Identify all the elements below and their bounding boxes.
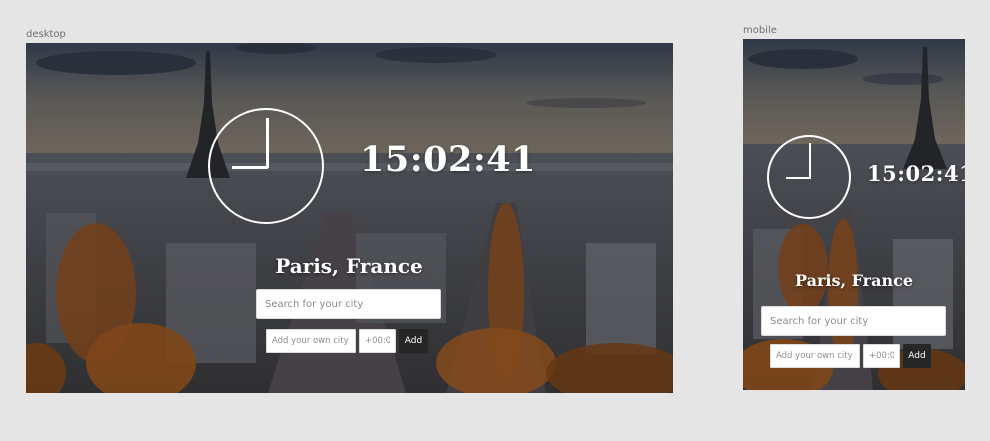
- clock-hour-hand: [266, 118, 269, 168]
- desktop-frame: 15:02:41 Paris, France Add: [26, 43, 673, 393]
- mobile-frame: 15:02:41 Paris, France Add: [743, 39, 965, 390]
- clock-minute-hand: [786, 177, 811, 179]
- clock-icon: [767, 135, 851, 219]
- clock-minute-hand: [232, 166, 268, 169]
- add-city-button[interactable]: Add: [903, 344, 931, 368]
- desktop-frame-label: desktop: [26, 29, 66, 40]
- current-time: 15:02:41: [867, 161, 965, 186]
- search-input[interactable]: [256, 289, 441, 319]
- add-city-input[interactable]: [266, 329, 356, 353]
- search-input[interactable]: [761, 306, 946, 336]
- paris-background-image: [743, 39, 965, 390]
- current-time: 15:02:41: [360, 139, 536, 180]
- add-city-button[interactable]: Add: [399, 329, 428, 353]
- mobile-frame-label: mobile: [743, 25, 777, 36]
- clock-hour-hand: [809, 143, 811, 179]
- city-name: Paris, France: [275, 254, 423, 278]
- add-city-input[interactable]: [770, 344, 860, 368]
- city-name: Paris, France: [794, 271, 914, 290]
- timezone-offset-input[interactable]: [359, 329, 396, 353]
- clock-icon: [208, 108, 324, 224]
- timezone-offset-input[interactable]: [863, 344, 900, 368]
